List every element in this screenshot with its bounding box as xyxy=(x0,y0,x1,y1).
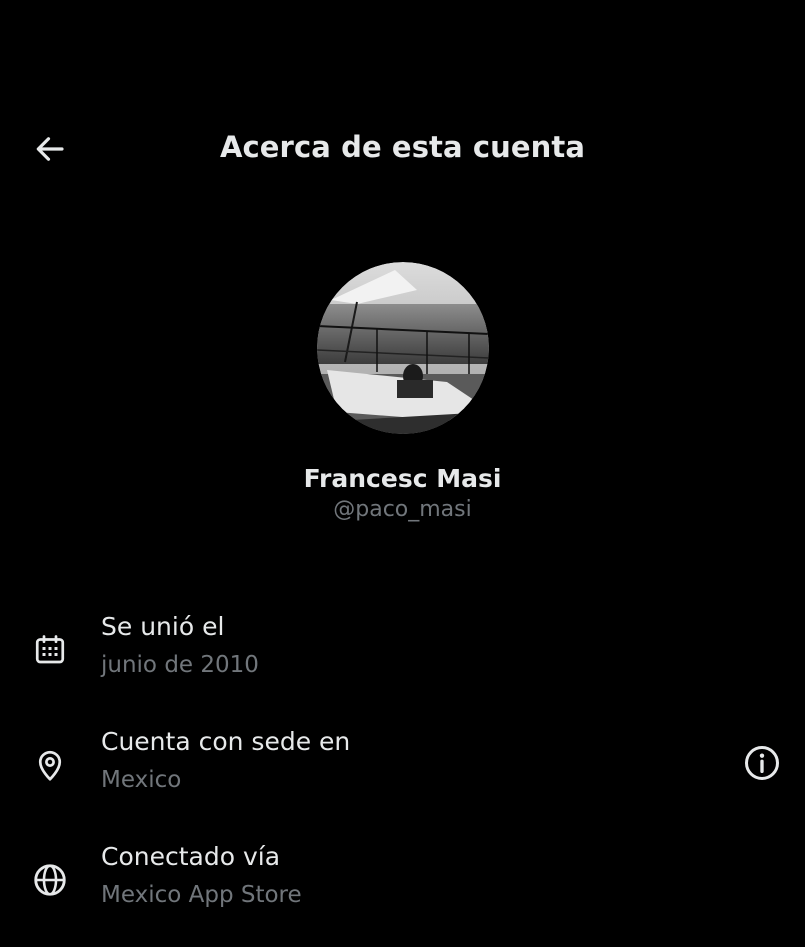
joined-label: Se unió el xyxy=(101,612,225,641)
globe-icon xyxy=(28,858,72,902)
info-button[interactable] xyxy=(740,741,784,785)
connected-via-row: Conectado vía Mexico App Store xyxy=(0,842,805,932)
top-bar: Acerca de esta cuenta xyxy=(0,110,805,186)
based-in-row: Cuenta con sede en Mexico xyxy=(0,727,805,817)
page-title: Acerca de esta cuenta xyxy=(219,130,586,164)
location-pin-icon xyxy=(28,743,72,787)
based-in-label: Cuenta con sede en xyxy=(101,727,351,756)
joined-value: junio de 2010 xyxy=(101,652,259,678)
info-icon xyxy=(744,745,780,781)
avatar[interactable] xyxy=(316,262,489,434)
display-name: Francesc Masi xyxy=(303,464,502,493)
username: @paco_masi xyxy=(333,497,472,522)
connected-via-value: Mexico App Store xyxy=(101,882,302,908)
joined-row: Se unió el junio de 2010 xyxy=(0,612,805,702)
based-in-value: Mexico xyxy=(101,767,182,793)
profile-summary: Francesc Masi @paco_masi xyxy=(0,262,805,522)
connected-via-label: Conectado vía xyxy=(101,842,281,871)
calendar-icon xyxy=(28,628,72,672)
